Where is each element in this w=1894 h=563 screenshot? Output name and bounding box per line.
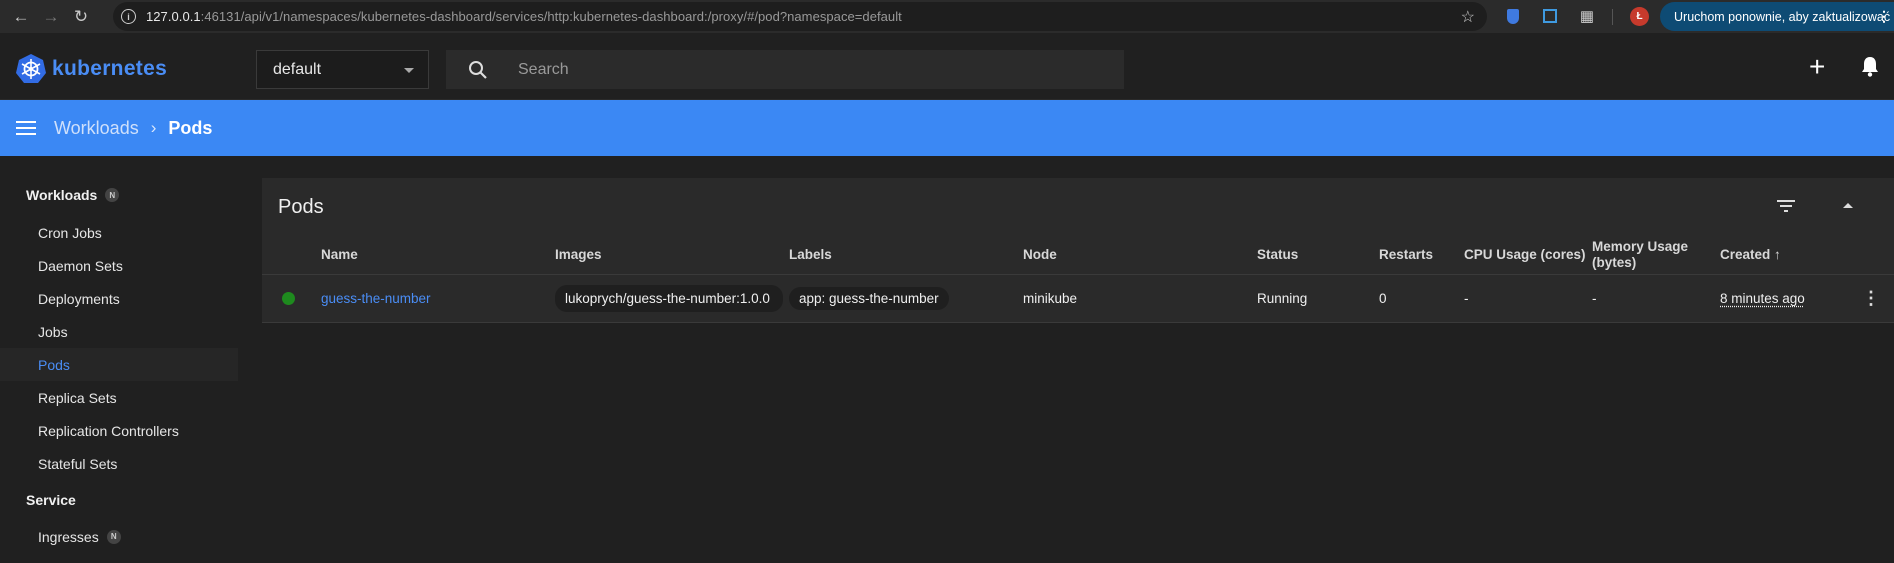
status-column-header	[262, 236, 321, 275]
new-badge: N	[106, 529, 121, 544]
address-bar[interactable]: i 127.0.0.1:46131/api/v1/namespaces/kube…	[113, 2, 1487, 31]
table-header-row: Name Images Labels Node Status Restarts …	[262, 236, 1894, 275]
memory-cell: -	[1592, 274, 1720, 323]
sidebar-item-deployments[interactable]: Deployments	[0, 282, 238, 315]
restarts-cell: 0	[1379, 274, 1464, 323]
labels-cell: app: guess-the-number	[789, 274, 1023, 323]
sidebar-group-workloads[interactable]: Workloads N	[0, 184, 262, 206]
filter-icon[interactable]	[1777, 199, 1795, 217]
update-restart-button[interactable]: Uruchom ponownie, aby zaktualizować	[1660, 2, 1894, 31]
column-header-created[interactable]: Created ↑	[1720, 236, 1848, 275]
sort-arrow-up-icon: ↑	[1774, 247, 1781, 263]
search-box[interactable]	[446, 50, 1124, 89]
sidebar-group-label: Workloads	[26, 187, 98, 203]
images-cell: lukoprych/guess-the-number:1.0.0	[555, 274, 789, 323]
card-title: Pods	[278, 195, 324, 218]
browser-chrome: ← → ↻ i 127.0.0.1:46131/api/v1/namespace…	[0, 0, 1894, 33]
sidebar-item-cron-jobs[interactable]: Cron Jobs	[0, 216, 238, 249]
column-header-labels: Labels	[789, 236, 1023, 275]
column-header-cpu: CPU Usage (cores)	[1464, 236, 1592, 275]
hamburger-menu-icon[interactable]	[16, 121, 36, 135]
breadcrumb-current: Pods	[168, 117, 213, 138]
image-chip: lukoprych/guess-the-number:1.0.0	[555, 284, 783, 312]
screenshot-extension-icon[interactable]	[1540, 6, 1560, 26]
cpu-cell: -	[1464, 274, 1592, 323]
chevron-right-icon: ›	[150, 118, 157, 137]
running-status-dot	[282, 291, 295, 305]
update-label: Uruchom ponownie, aby zaktualizować	[1674, 9, 1891, 24]
new-badge: N	[105, 188, 120, 202]
app-toolbar: kubernetes default +	[0, 33, 1894, 100]
reload-icon[interactable]: ↻	[66, 2, 96, 32]
kubernetes-logo[interactable]: kubernetes	[15, 53, 167, 85]
sidebar-item-pods[interactable]: Pods	[0, 348, 238, 381]
namespace-selector[interactable]: default	[256, 50, 429, 89]
bookmark-star-icon[interactable]: ☆	[1461, 7, 1475, 27]
column-header-restarts[interactable]: Restarts	[1379, 236, 1464, 275]
sidebar-item-replication-controllers[interactable]: Replication Controllers	[0, 414, 238, 447]
sidebar-item-jobs[interactable]: Jobs	[0, 315, 238, 348]
forward-arrow-icon[interactable]: →	[36, 2, 66, 32]
url-host: 127.0.0.1	[146, 9, 201, 24]
name-cell: guess-the-number	[321, 274, 555, 323]
breadcrumb-workloads-link[interactable]: Workloads	[54, 118, 139, 139]
column-header-node[interactable]: Node	[1023, 236, 1257, 275]
sidebar-item-replica-sets[interactable]: Replica Sets	[0, 381, 238, 414]
breadcrumb: Workloads › Pods	[0, 100, 1894, 156]
sidebar-item-daemon-sets[interactable]: Daemon Sets	[0, 249, 238, 282]
status-cell	[262, 274, 321, 323]
sidebar-item-label: Ingresses	[38, 528, 99, 545]
notifications-bell-icon[interactable]	[1861, 55, 1879, 82]
create-plus-icon[interactable]: +	[1809, 53, 1825, 81]
sidebar-item-ingresses[interactable]: Ingresses N	[0, 520, 238, 553]
profile-avatar[interactable]: Ł	[1630, 7, 1649, 26]
node-cell[interactable]: minikube	[1023, 274, 1257, 323]
sidebar-group-label: Service	[26, 492, 76, 508]
site-info-icon[interactable]: i	[121, 9, 136, 24]
collapse-caret-icon[interactable]	[1843, 203, 1853, 208]
column-header-memory: Memory Usage (bytes)	[1592, 236, 1720, 275]
pod-name-link[interactable]: guess-the-number	[321, 291, 431, 306]
extensions-puzzle-icon[interactable]: ▦	[1577, 6, 1597, 26]
created-time[interactable]: 8 minutes ago	[1720, 291, 1805, 306]
pod-status-cell: Running	[1257, 274, 1379, 323]
bitwarden-extension-icon[interactable]	[1503, 6, 1523, 26]
sidebar-item-stateful-sets[interactable]: Stateful Sets	[0, 447, 238, 480]
brand-name: kubernetes	[52, 57, 168, 80]
toolbar-separator	[1612, 9, 1613, 25]
url-text[interactable]: 127.0.0.1:46131/api/v1/namespaces/kubern…	[146, 9, 902, 24]
url-path: :46131/api/v1/namespaces/kubernetes-dash…	[200, 9, 902, 24]
label-chip: app: guess-the-number	[789, 286, 949, 310]
sidebar-nav: Workloads N Cron Jobs Daemon Sets Deploy…	[0, 156, 262, 563]
actions-column-header	[1848, 236, 1894, 275]
created-header-label: Created	[1720, 247, 1771, 263]
created-cell: 8 minutes ago	[1720, 274, 1848, 323]
column-header-images: Images	[555, 236, 789, 275]
pods-card: Pods Name Images Labels Node Status Rest…	[262, 178, 1894, 323]
namespace-value: default	[273, 60, 322, 78]
chevron-down-icon	[404, 68, 414, 73]
row-actions-menu-icon[interactable]: ⋮	[1848, 274, 1894, 323]
back-arrow-icon[interactable]: ←	[6, 2, 36, 32]
pods-table: Name Images Labels Node Status Restarts …	[262, 236, 1894, 323]
search-icon	[468, 60, 508, 80]
column-header-name[interactable]: Name	[321, 236, 555, 275]
table-row[interactable]: guess-the-number lukoprych/guess-the-num…	[262, 274, 1894, 323]
column-header-status[interactable]: Status	[1257, 236, 1379, 275]
helm-wheel-icon	[16, 54, 46, 83]
search-input[interactable]	[518, 60, 1098, 79]
browser-menu-icon[interactable]: ⋮	[1877, 8, 1891, 25]
sidebar-group-service[interactable]: Service	[0, 489, 262, 511]
